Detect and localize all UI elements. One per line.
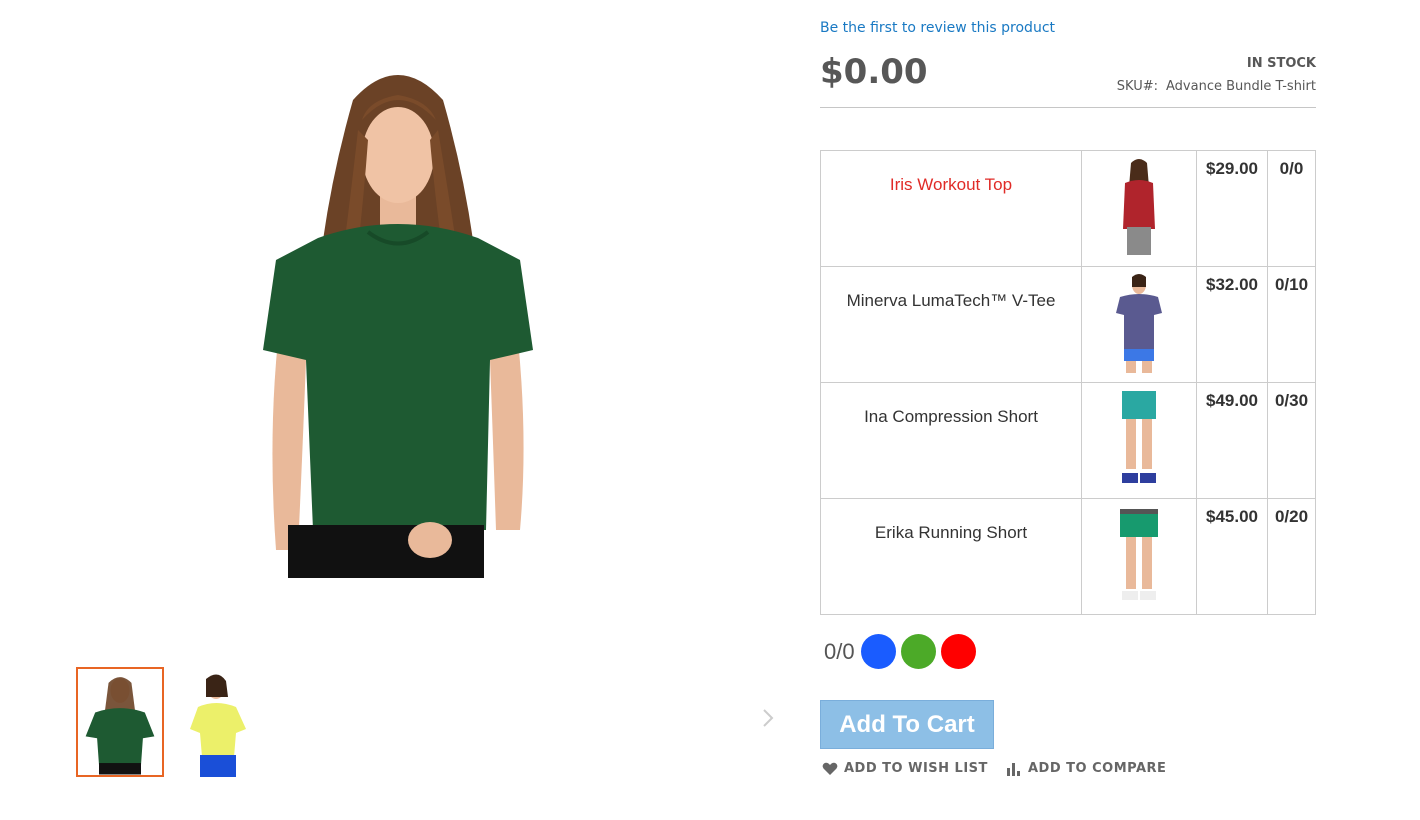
bundle-item-qty: 0/20 [1274, 507, 1309, 526]
bundle-item-image[interactable] [1114, 505, 1164, 605]
add-to-wish-list-link[interactable]: ADD TO WISH LIST [822, 761, 988, 776]
stock-status: IN STOCK [1246, 56, 1316, 71]
color-swatch-row: 0/0 [824, 634, 981, 669]
table-row: Iris Workout Top $29.00 0/0 [820, 150, 1316, 267]
swatch-red[interactable] [940, 634, 976, 669]
bundle-item-name[interactable]: Ina Compression Short [821, 407, 1081, 427]
wish-list-label: ADD TO WISH LIST [844, 761, 988, 776]
bundle-item-price: $49.00 [1206, 391, 1258, 410]
bundle-item-image[interactable] [1104, 273, 1174, 373]
review-link[interactable]: Be the first to review this product [820, 20, 1055, 36]
bundle-item-qty: 0/10 [1274, 275, 1309, 294]
gallery-next-arrow[interactable] [760, 706, 776, 730]
gallery-thumbnail-1[interactable] [76, 667, 164, 777]
bundle-item-price: $32.00 [1206, 275, 1258, 294]
bar-chart-icon [1007, 762, 1020, 776]
bundle-item-name[interactable]: Erika Running Short [821, 523, 1081, 543]
swatch-green[interactable] [900, 634, 936, 669]
swatch-counter: 0/0 [824, 638, 855, 664]
add-to-cart-button[interactable]: Add To Cart [820, 700, 994, 749]
heart-icon [822, 762, 838, 775]
sku-value: Advance Bundle T-shirt [1166, 79, 1316, 94]
divider [820, 107, 1316, 108]
sku-label: SKU#: [1116, 79, 1158, 94]
compare-label: ADD TO COMPARE [1028, 761, 1167, 776]
table-row: Erika Running Short $45.00 0/20 [820, 498, 1316, 615]
bundle-item-name[interactable]: Iris Workout Top [821, 175, 1081, 195]
bundle-items-table: Iris Workout Top $29.00 0/0 Minerva Luma… [820, 150, 1316, 615]
product-sku: SKU#: Advance Bundle T-shirt [1117, 79, 1316, 94]
chevron-right-icon [763, 709, 774, 727]
bundle-item-qty: 0/0 [1279, 159, 1304, 178]
bundle-item-price: $29.00 [1206, 159, 1258, 178]
swatch-blue[interactable] [860, 634, 896, 669]
add-to-compare-link[interactable]: ADD TO COMPARE [1006, 761, 1166, 776]
product-price: $0.00 [820, 52, 928, 92]
bundle-item-image[interactable] [1114, 389, 1164, 489]
table-row: Minerva LumaTech™ V-Tee $32.00 0/10 [820, 266, 1316, 383]
product-main-image[interactable] [258, 60, 538, 578]
table-row: Ina Compression Short $49.00 0/30 [820, 382, 1316, 499]
bundle-item-image[interactable] [1109, 157, 1169, 257]
bundle-item-price: $45.00 [1206, 507, 1258, 526]
bundle-item-qty: 0/30 [1274, 391, 1309, 410]
gallery-thumbnail-2[interactable] [176, 667, 264, 777]
bundle-item-name[interactable]: Minerva LumaTech™ V-Tee [821, 291, 1081, 311]
